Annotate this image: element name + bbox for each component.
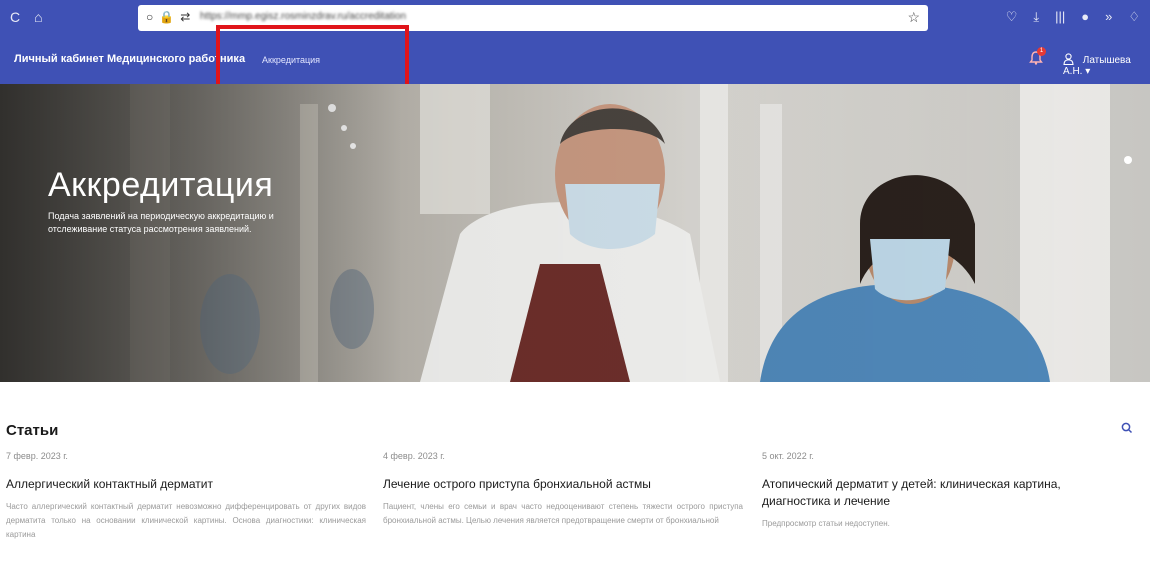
browser-toolbar: C ⌂ ○ 🔒 ⇄ https://mmp.egisz.rosminzdrav.…	[0, 0, 1150, 36]
permissions-icon[interactable]: ⇄	[180, 10, 190, 24]
user-menu[interactable]: Латышева А.Н. ▾	[1063, 53, 1150, 77]
article-preview: Пациент, члены его семьи и врач часто не…	[383, 502, 743, 525]
article-card[interactable]: 7 февр. 2023 г. Аллергический контактный…	[6, 451, 366, 540]
notification-badge: 1	[1037, 47, 1046, 56]
hero-banner: Аккредитация Подача заявлений на периоди…	[0, 84, 1150, 382]
article-date: 7 февр. 2023 г.	[6, 451, 68, 461]
extensions-icon[interactable]: ♢	[1128, 9, 1140, 25]
account-icon[interactable]: ●	[1081, 9, 1089, 25]
downloads-icon[interactable]: ⤓	[1033, 9, 1039, 25]
bookmark-star-icon[interactable]: ☆	[907, 9, 920, 26]
highlight-box	[216, 25, 409, 93]
url-icons: ○ 🔒 ⇄	[146, 10, 190, 24]
lock-icon[interactable]: 🔒	[159, 10, 174, 24]
article-card[interactable]: 4 февр. 2023 г. Лечение острого приступа…	[383, 451, 743, 540]
article-title[interactable]: Аллергический контактный дерматит	[6, 476, 366, 493]
browser-nav-buttons: C ⌂	[10, 9, 43, 25]
articles-section-title: Статьи	[6, 422, 59, 439]
article-card[interactable]: 5 окт. 2022 г. Атопический дерматит у де…	[762, 451, 1122, 557]
url-text[interactable]: https://mmp.egisz.rosminzdrav.ru/accredi…	[200, 11, 520, 22]
pocket-icon[interactable]: ♡	[1006, 9, 1018, 25]
article-preview: Часто аллергический контактный дерматит …	[6, 502, 366, 539]
brand-title[interactable]: Личный кабинет Медицинского работника	[14, 53, 245, 65]
article-title[interactable]: Атопический дерматит у детей: клиническа…	[762, 476, 1122, 510]
article-title[interactable]: Лечение острого приступа бронхиальной ас…	[383, 476, 743, 493]
article-preview: Предпросмотр статьи недоступен.	[762, 519, 890, 528]
hero-title: Аккредитация	[48, 166, 274, 204]
article-date: 5 окт. 2022 г.	[762, 451, 814, 461]
home-icon[interactable]: ⌂	[34, 9, 42, 25]
browser-extensions: ♡ ⤓ ||| ● » ♢	[1006, 9, 1140, 25]
tracking-shield-icon[interactable]: ○	[146, 10, 153, 24]
hero-subtitle: Подача заявлений на периодическую аккред…	[48, 211, 274, 234]
app-header: Личный кабинет Медицинского работника Ак…	[0, 36, 1150, 84]
library-icon[interactable]: |||	[1055, 9, 1065, 25]
user-icon	[1063, 53, 1074, 66]
reload-icon[interactable]: C	[10, 9, 20, 25]
search-icon[interactable]	[1120, 421, 1134, 435]
article-date: 4 февр. 2023 г.	[383, 451, 445, 461]
more-tools-icon[interactable]: »	[1105, 9, 1112, 25]
